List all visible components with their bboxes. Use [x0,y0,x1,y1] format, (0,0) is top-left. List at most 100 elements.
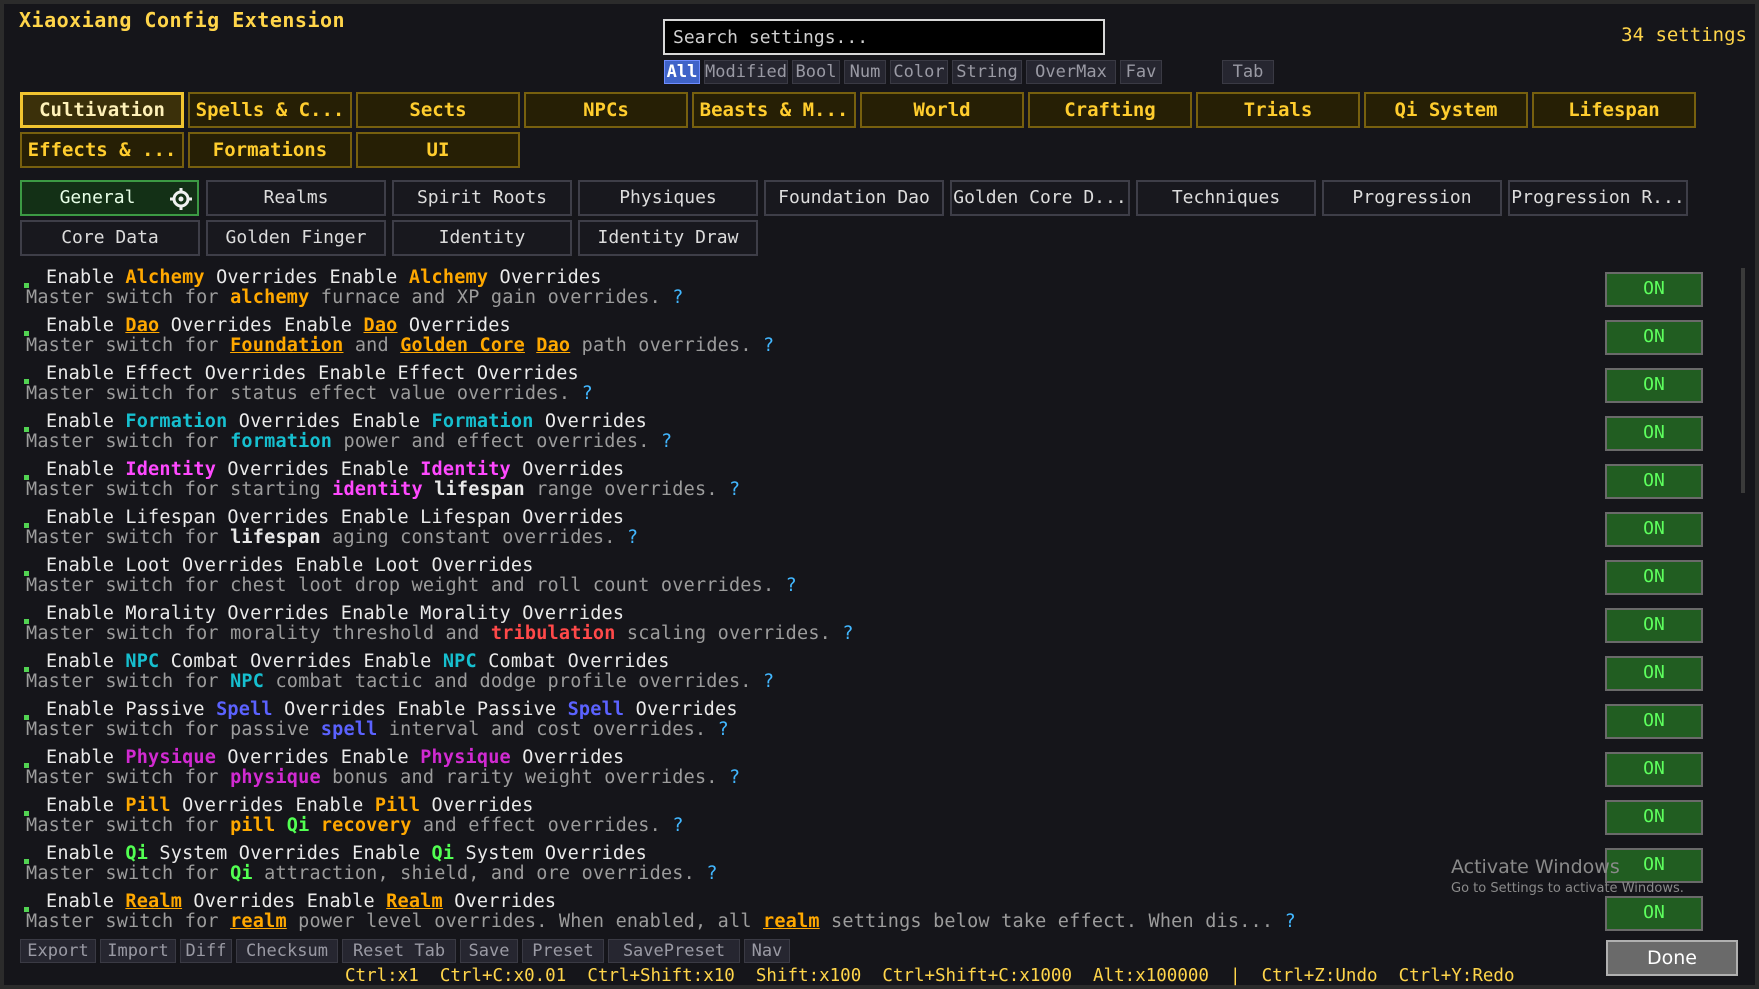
setting-toggle[interactable]: ON [1605,320,1703,355]
subtab-core-data[interactable]: Core Data [20,220,200,256]
tab-sects[interactable]: Sects [356,92,520,128]
text-segment: Overrides [510,747,625,768]
highlight-keyword: pill [230,815,276,836]
setting-toggle[interactable]: ON [1605,752,1703,787]
text-segment: Master switch for chest loot drop weight… [26,575,786,596]
highlight-keyword: Foundation [230,335,344,356]
filter-string[interactable]: String [952,60,1022,84]
save-preset-button[interactable]: SavePreset [608,939,740,963]
help-icon[interactable]: ? [763,671,774,692]
scrollbar[interactable] [1741,268,1745,493]
highlight-keyword: tribulation [490,623,616,644]
tab-trials[interactable]: Trials [1196,92,1360,128]
subtab-general[interactable]: General [20,180,199,216]
help-icon[interactable]: ? [672,815,683,836]
help-icon[interactable]: ? [627,527,638,548]
filter-color[interactable]: Color [890,60,948,84]
filter-overmax[interactable]: OverMax [1026,60,1116,84]
help-icon[interactable]: ? [729,767,740,788]
setting-toggle[interactable]: ON [1605,704,1703,739]
nav-button[interactable]: Nav [744,939,790,963]
subtab-techniques[interactable]: Techniques [1136,180,1316,216]
subtab-golden-core-dao[interactable]: Golden Core D... [950,180,1130,216]
text-segment: Enable [46,747,126,768]
tab-cultivation[interactable]: Cultivation [20,92,184,128]
tab-world[interactable]: World [860,92,1024,128]
text-segment: Overrides Enable Passive [272,699,568,720]
setting-toggle[interactable]: ON [1605,560,1703,595]
subtab-progression[interactable]: Progression [1322,180,1502,216]
setting-row: Enable Identity Overrides Enable Identit… [4,458,1724,506]
tab-qi-system[interactable]: Qi System [1364,92,1528,128]
subtab-foundation-dao[interactable]: Foundation Dao [764,180,944,216]
tab-beasts[interactable]: Beasts & M... [692,92,856,128]
help-icon[interactable]: ? [786,575,797,596]
setting-toggle[interactable]: ON [1605,656,1703,691]
text-segment: power level overrides. When enabled, all [286,911,763,932]
setting-toggle[interactable]: ON [1605,368,1703,403]
help-icon[interactable]: ? [729,479,740,500]
preset-button[interactable]: Preset [522,939,604,963]
tab-formations[interactable]: Formations [188,132,352,168]
subtab-spirit-roots[interactable]: Spirit Roots [392,180,572,216]
highlight-keyword: Dao [363,315,398,336]
setting-toggle[interactable]: ON [1605,272,1703,307]
setting-description: Master switch for morality threshold and… [26,623,854,644]
help-icon[interactable]: ? [582,383,593,404]
tab-effects[interactable]: Effects & ... [20,132,184,168]
search-input[interactable] [663,19,1105,55]
setting-title: Enable Morality Overrides Enable Moralit… [46,603,624,624]
filter-num[interactable]: Num [844,60,886,84]
reset-tab-button[interactable]: Reset Tab [342,939,456,963]
help-icon[interactable]: ? [661,431,672,452]
setting-description: Master switch for chest loot drop weight… [26,575,797,596]
watermark-subtitle: Go to Settings to activate Windows. [1451,881,1684,896]
filter-all[interactable]: All [664,60,700,84]
subtab-progression-r[interactable]: Progression R... [1508,180,1688,216]
highlight-keyword: alchemy [230,287,310,308]
filter-bool[interactable]: Bool [792,60,840,84]
text-segment: Overrides Enable [227,411,432,432]
help-icon[interactable]: ? [842,623,853,644]
text-segment: and [343,335,401,356]
setting-toggle[interactable]: ON [1605,512,1703,547]
checksum-button[interactable]: Checksum [236,939,338,963]
settings-count: 34 settings [1621,24,1747,46]
help-icon[interactable]: ? [763,335,774,356]
help-icon[interactable]: ? [672,287,683,308]
text-segment: Master switch for [26,767,231,788]
help-icon[interactable]: ? [718,719,729,740]
help-icon[interactable]: ? [706,863,717,884]
done-button[interactable]: Done [1606,940,1738,976]
highlight-keyword: realm [230,911,287,932]
gear-icon[interactable] [169,187,193,211]
tab-npcs[interactable]: NPCs [524,92,688,128]
setting-toggle[interactable]: ON [1605,896,1703,931]
tab-spells[interactable]: Spells & C... [188,92,352,128]
setting-toggle[interactable]: ON [1605,800,1703,835]
setting-toggle[interactable]: ON [1605,464,1703,499]
filter-tab[interactable]: Tab [1222,60,1274,84]
highlight-keyword: identity [332,479,423,500]
text-segment: path overrides. [570,335,764,356]
help-icon[interactable]: ? [1285,911,1296,932]
tab-lifespan[interactable]: Lifespan [1532,92,1696,128]
subtab-physiques[interactable]: Physiques [578,180,758,216]
tab-ui[interactable]: UI [356,132,520,168]
setting-description: Master switch for NPC combat tactic and … [26,671,774,692]
subtab-golden-finger[interactable]: Golden Finger [206,220,386,256]
save-button[interactable]: Save [460,939,518,963]
filter-fav[interactable]: Fav [1120,60,1162,84]
subtab-realms[interactable]: Realms [206,180,386,216]
export-button[interactable]: Export [20,939,96,963]
setting-title: Enable Alchemy Overrides Enable Alchemy … [46,267,602,288]
import-button[interactable]: Import [100,939,176,963]
tab-crafting[interactable]: Crafting [1028,92,1192,128]
subtab-identity-draw[interactable]: Identity Draw [578,220,758,256]
highlight-keyword: Spell [216,699,273,720]
diff-button[interactable]: Diff [180,939,232,963]
setting-toggle[interactable]: ON [1605,608,1703,643]
filter-modified[interactable]: Modified [704,60,788,84]
subtab-identity[interactable]: Identity [392,220,572,256]
setting-toggle[interactable]: ON [1605,416,1703,451]
